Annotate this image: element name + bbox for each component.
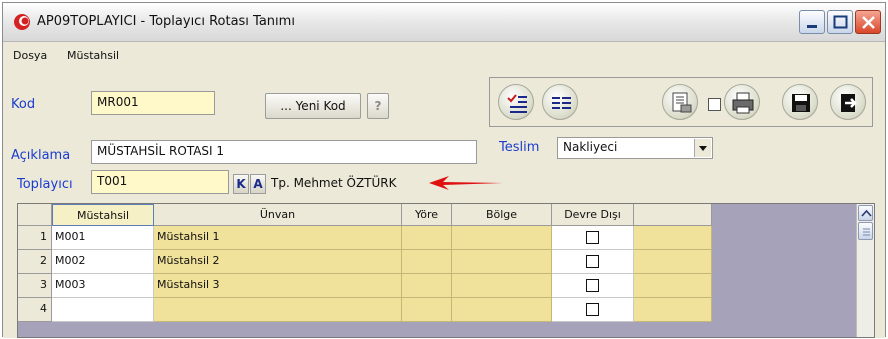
save-icon (792, 94, 810, 112)
header-rownum (18, 204, 52, 226)
kod-input[interactable]: MR001 (91, 91, 215, 115)
cell-yore[interactable] (402, 274, 452, 298)
cell-unvan[interactable] (154, 298, 402, 322)
devre-disi-checkbox[interactable] (586, 279, 599, 292)
toolbar-panel (489, 77, 873, 127)
cell-devre-disi[interactable] (552, 250, 634, 274)
header-devre-disi[interactable]: Devre Dışı (552, 204, 634, 226)
cell-extra (634, 226, 712, 250)
menu-dosya[interactable]: Dosya (13, 49, 47, 62)
chevron-down-icon (699, 146, 707, 151)
cell-mustahsil[interactable]: M002 (52, 250, 154, 274)
mustahsil-grid: Müstahsil Ünvan Yöre Bölge Devre Dışı 1 … (17, 203, 875, 338)
teslim-label: Teslim (499, 140, 540, 155)
toolbar-checkbox[interactable] (708, 98, 721, 111)
scroll-up-button[interactable] (858, 205, 873, 221)
a-button[interactable]: A (250, 174, 266, 194)
kod-label: Kod (11, 97, 36, 112)
menu-bar: Dosya Müstahsil (3, 42, 885, 68)
aciklama-label: Açıklama (11, 148, 71, 163)
chevron-up-icon (861, 209, 872, 217)
list-icon (552, 97, 571, 109)
cell-devre-disi[interactable] (552, 298, 634, 322)
checklist-icon (507, 94, 527, 113)
cell-bolge[interactable] (452, 250, 552, 274)
toplayici-name: Tp. Mehmet ÖZTÜRK (271, 176, 397, 190)
minimize-button[interactable] (799, 10, 825, 34)
cell-bolge[interactable] (452, 274, 552, 298)
print-icon (732, 92, 754, 114)
devre-disi-checkbox[interactable] (586, 255, 599, 268)
header-bolge[interactable]: Bölge (452, 204, 552, 226)
cell-extra (634, 298, 712, 322)
app-logo-icon (14, 14, 30, 30)
row-number: 3 (18, 274, 52, 298)
toplayici-label: Toplayıcı (17, 177, 73, 192)
report-icon (672, 92, 692, 113)
header-mustahsil[interactable]: Müstahsil (52, 204, 154, 226)
grid-vertical-scrollbar[interactable] (856, 204, 874, 337)
close-icon (862, 16, 875, 29)
cell-devre-disi[interactable] (552, 226, 634, 250)
devre-disi-checkbox[interactable] (586, 303, 599, 316)
cell-extra (634, 274, 712, 298)
row-number: 1 (18, 226, 52, 250)
cell-mustahsil[interactable] (52, 298, 154, 322)
app-window: AP09TOPLAYICI - Toplayıcı Rotası Tanımı … (2, 2, 886, 338)
minimize-icon (807, 25, 817, 28)
cell-extra (634, 250, 712, 274)
print-button[interactable] (724, 84, 760, 120)
cell-yore[interactable] (402, 226, 452, 250)
row-number: 4 (18, 298, 52, 322)
exit-icon (841, 94, 857, 112)
cell-unvan[interactable]: Müstahsil 3 (154, 274, 402, 298)
teslim-select[interactable]: Nakliyeci (557, 137, 713, 159)
cell-unvan[interactable]: Müstahsil 1 (154, 226, 402, 250)
menu-mustahsil[interactable]: Müstahsil (67, 49, 119, 62)
cell-bolge[interactable] (452, 298, 552, 322)
form-area: Kod MR001 ... Yeni Kod ? Açıklama MÜSTAH… (3, 69, 885, 338)
header-unvan[interactable]: Ünvan (154, 204, 402, 226)
cell-unvan[interactable]: Müstahsil 2 (154, 250, 402, 274)
cell-yore[interactable] (402, 298, 452, 322)
maximize-icon (833, 15, 848, 29)
close-button[interactable] (855, 10, 881, 34)
yeni-kod-button[interactable]: ... Yeni Kod (265, 93, 361, 119)
cell-mustahsil[interactable]: M003 (52, 274, 154, 298)
red-arrow-icon (429, 176, 503, 190)
checklist-button[interactable] (498, 84, 534, 120)
header-extra (634, 204, 712, 226)
cell-devre-disi[interactable] (552, 274, 634, 298)
list-button[interactable] (542, 84, 578, 120)
toplayici-input[interactable]: T001 (91, 170, 229, 194)
report-button[interactable] (662, 84, 698, 120)
scroll-thumb[interactable] (858, 222, 873, 240)
teslim-dropdown-button[interactable] (694, 139, 711, 157)
cell-bolge[interactable] (452, 226, 552, 250)
title-bar: AP09TOPLAYICI - Toplayıcı Rotası Tanımı (3, 3, 885, 42)
k-button[interactable]: K (233, 174, 249, 194)
exit-button[interactable] (830, 84, 866, 120)
help-button[interactable]: ? (367, 93, 389, 119)
aciklama-input[interactable]: MÜSTAHSİL ROTASI 1 (91, 140, 477, 164)
cell-yore[interactable] (402, 250, 452, 274)
devre-disi-checkbox[interactable] (586, 231, 599, 244)
header-yore[interactable]: Yöre (402, 204, 452, 226)
maximize-button[interactable] (827, 10, 853, 34)
teslim-value: Nakliyeci (563, 140, 618, 154)
row-number: 2 (18, 250, 52, 274)
save-button[interactable] (782, 84, 818, 120)
window-title: AP09TOPLAYICI - Toplayıcı Rotası Tanımı (37, 14, 295, 29)
grip-icon (863, 228, 870, 236)
cell-mustahsil[interactable]: M001 (52, 226, 154, 250)
